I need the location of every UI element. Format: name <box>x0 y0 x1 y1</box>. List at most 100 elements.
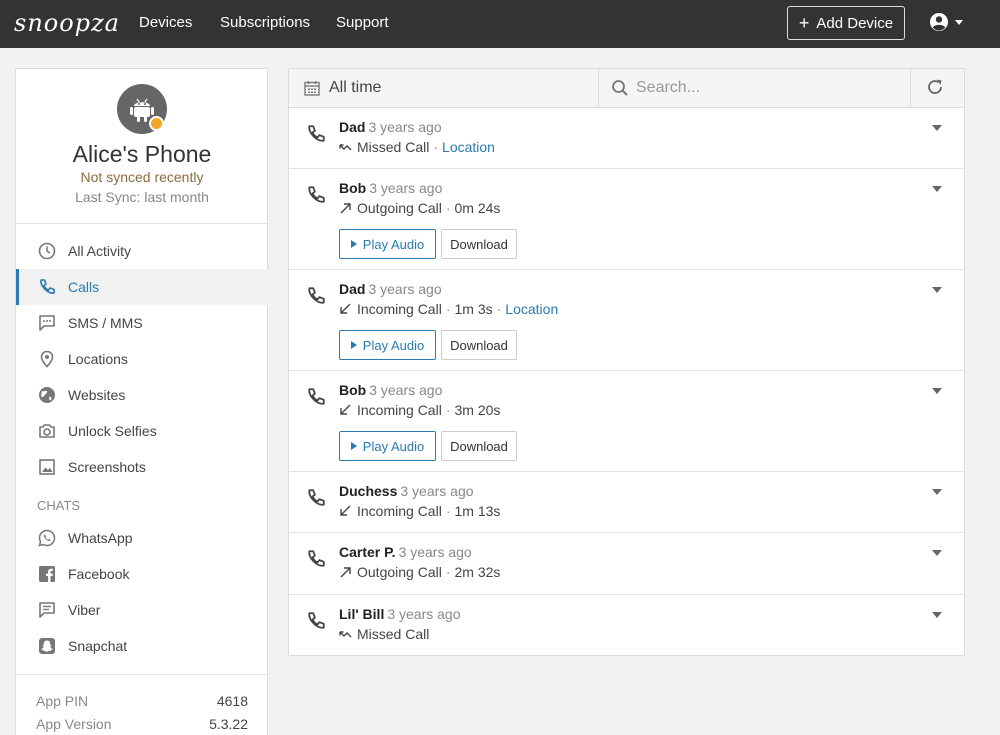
snapchat-icon <box>37 636 57 656</box>
call-duration: 3m 20s <box>454 402 501 418</box>
message-icon <box>37 313 57 333</box>
sync-status-text: Not synced recently <box>80 169 204 185</box>
expand-caret-icon[interactable] <box>932 489 942 495</box>
calendar-icon <box>304 81 320 96</box>
call-type: Missed Call <box>357 139 430 155</box>
sidebar-item-viber[interactable]: Viber <box>16 592 268 628</box>
phone-icon <box>308 388 325 405</box>
contact-name: Dad <box>339 281 366 297</box>
call-entry[interactable]: Dad 3 years ago Missed Call · Location <box>289 108 964 169</box>
calls-toolbar: All time <box>289 69 964 108</box>
call-type: Missed Call <box>357 626 430 642</box>
sidebar-item-unlock-selfies[interactable]: Unlock Selfies <box>16 413 268 449</box>
chats-section-header: CHATS <box>37 498 81 513</box>
brand-logo[interactable]: snoopza <box>14 9 120 37</box>
call-time-ago: 3 years ago <box>368 281 442 297</box>
phone-icon <box>308 550 325 567</box>
app-pin-row: App PIN 4618 <box>36 693 248 709</box>
phone-icon <box>37 277 57 297</box>
clock-icon <box>37 241 57 261</box>
sidebar-item-label: Locations <box>68 351 128 367</box>
sidebar-item-snapchat[interactable]: Snapchat <box>16 628 268 664</box>
add-device-label: Add Device <box>816 14 894 32</box>
call-entry[interactable]: Dad 3 years ago Incoming Call · 1m 3s · L… <box>289 270 964 371</box>
call-entry[interactable]: Duchess 3 years ago Incoming Call · 1m 13… <box>289 472 964 533</box>
location-link[interactable]: Location <box>442 139 495 155</box>
separator-dot: · <box>445 503 451 519</box>
sidebar-item-label: Screenshots <box>68 459 146 475</box>
sidebar-item-calls[interactable]: Calls <box>16 269 268 305</box>
sidebar-item-label: Websites <box>68 387 126 403</box>
sidebar-item-label: Snapchat <box>68 638 128 654</box>
sidebar-item-sms[interactable]: SMS / MMS <box>16 305 268 341</box>
camera-icon <box>37 421 57 441</box>
sidebar-item-label: Unlock Selfies <box>68 423 157 439</box>
incoming-call-icon <box>340 505 351 516</box>
separator-dot: · <box>445 200 451 216</box>
user-menu[interactable] <box>929 12 963 32</box>
nav-link-subscriptions[interactable]: Subscriptions <box>220 14 310 31</box>
expand-caret-icon[interactable] <box>932 186 942 192</box>
contact-name: Duchess <box>339 483 398 499</box>
call-contact: Dad 3 years ago <box>339 119 442 135</box>
expand-caret-icon[interactable] <box>932 612 942 618</box>
call-contact: Duchess 3 years ago <box>339 483 474 499</box>
expand-caret-icon[interactable] <box>932 125 942 131</box>
play-audio-button[interactable]: Play Audio <box>339 330 436 360</box>
user-circle-icon <box>930 13 948 31</box>
expand-caret-icon[interactable] <box>932 287 942 293</box>
sidebar-item-whatsapp[interactable]: WhatsApp <box>16 520 268 556</box>
missed-call-icon <box>339 631 352 638</box>
sidebar-divider <box>16 674 268 675</box>
expand-caret-icon[interactable] <box>932 388 942 394</box>
call-detail: Incoming Call · 1m 13s <box>339 503 500 519</box>
call-duration: 1m 13s <box>454 503 501 519</box>
play-audio-label: Play Audio <box>362 236 425 252</box>
sync-status-dot <box>149 116 164 131</box>
call-entry[interactable]: Bob 3 years ago Incoming Call · 3m 20s Pl… <box>289 371 964 472</box>
nav-link-support[interactable]: Support <box>336 14 389 31</box>
download-button[interactable]: Download <box>441 431 517 461</box>
sidebar-item-label: All Activity <box>68 243 132 259</box>
expand-caret-icon[interactable] <box>932 550 942 556</box>
sidebar-item-label: Viber <box>68 602 101 618</box>
call-time-ago: 3 years ago <box>368 119 442 135</box>
sidebar-item-all-activity[interactable]: All Activity <box>16 233 268 269</box>
call-time-ago: 3 years ago <box>387 606 461 622</box>
facebook-icon <box>37 564 57 584</box>
sidebar-item-screenshots[interactable]: Screenshots <box>16 449 268 485</box>
call-type: Incoming Call <box>357 503 442 519</box>
nav-link-devices[interactable]: Devices <box>139 14 192 31</box>
sidebar-item-label: SMS / MMS <box>68 315 143 331</box>
call-type: Outgoing Call <box>357 200 442 216</box>
date-range-filter[interactable]: All time <box>289 69 599 107</box>
play-icon <box>350 442 357 450</box>
call-entry[interactable]: Bob 3 years ago Outgoing Call · 0m 24s Pl… <box>289 169 964 270</box>
sidebar-item-locations[interactable]: Locations <box>16 341 268 377</box>
location-pin-icon <box>37 349 57 369</box>
download-button[interactable]: Download <box>441 229 517 259</box>
search-box <box>600 69 911 107</box>
download-button[interactable]: Download <box>441 330 517 360</box>
play-audio-button[interactable]: Play Audio <box>339 431 436 461</box>
call-entry[interactable]: Lil' Bill 3 years ago Missed Call <box>289 595 964 656</box>
call-time-ago: 3 years ago <box>398 544 472 560</box>
phone-icon <box>308 186 325 203</box>
location-link[interactable]: Location <box>505 301 558 317</box>
sidebar-item-websites[interactable]: Websites <box>16 377 268 413</box>
sidebar-item-label: WhatsApp <box>68 530 133 546</box>
call-type: Outgoing Call <box>357 564 442 580</box>
search-input[interactable] <box>636 76 896 100</box>
app-version-value: 5.3.22 <box>209 716 248 732</box>
image-icon <box>37 457 57 477</box>
sidebar-item-facebook[interactable]: Facebook <box>16 556 268 592</box>
search-icon <box>612 80 628 96</box>
add-device-button[interactable]: + Add Device <box>787 6 905 40</box>
call-time-ago: 3 years ago <box>369 180 443 196</box>
play-audio-button[interactable]: Play Audio <box>339 229 436 259</box>
call-detail: Incoming Call · 3m 20s <box>339 402 500 418</box>
refresh-icon[interactable] <box>926 78 944 96</box>
call-detail: Outgoing Call · 0m 24s <box>339 200 500 216</box>
call-entry[interactable]: Carter P. 3 years ago Outgoing Call · 2m … <box>289 533 964 595</box>
call-contact: Carter P. 3 years ago <box>339 544 472 560</box>
